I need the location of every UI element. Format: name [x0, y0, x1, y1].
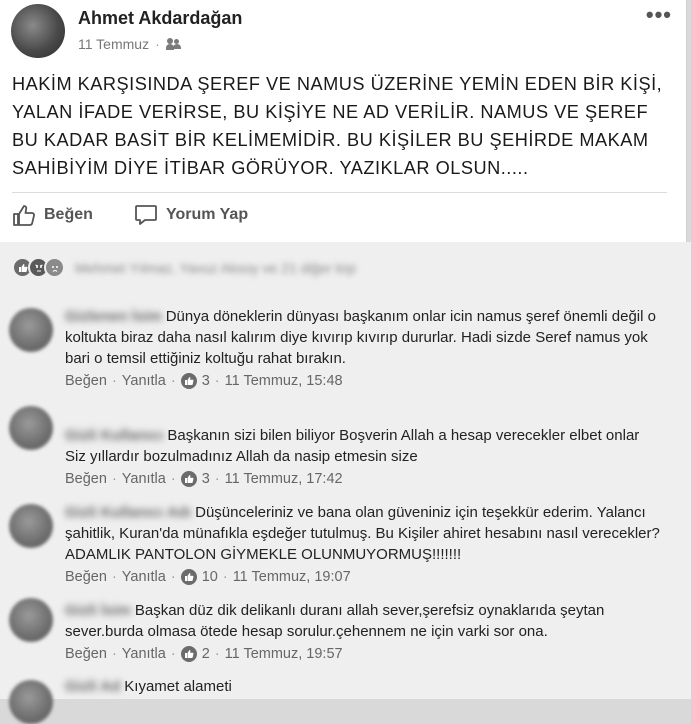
commenter-avatar[interactable]	[9, 598, 53, 642]
friends-audience-icon[interactable]	[165, 38, 182, 50]
comment-bubble-icon	[135, 205, 157, 225]
commenter-name[interactable]: Gizli Ad	[65, 676, 120, 697]
comment-body: Gizli İsim Başkan düz dik delikanlı duran…	[65, 600, 665, 642]
comment-like-count[interactable]: 10	[202, 569, 218, 585]
comment-body: Gizli Kullanıcı Adı Düşünceleriniz ve ban…	[65, 502, 665, 565]
comment-like-link[interactable]: Beğen	[65, 646, 107, 662]
comment-like-link[interactable]: Beğen	[65, 373, 107, 389]
reactions-summary[interactable]: Mehmet Yılmaz, Yavuz Aksoy ve 21 diğer k…	[12, 257, 356, 278]
like-count-icon	[180, 646, 197, 662]
comment-like-count[interactable]: 3	[202, 471, 210, 487]
comment-text: Kıyamet alameti	[124, 678, 232, 695]
author-avatar[interactable]	[11, 4, 65, 58]
post-date[interactable]: 11 Temmuz	[78, 36, 149, 52]
comment-like-count[interactable]: 3	[202, 373, 210, 389]
post-meta: 11 Temmuz ·	[78, 36, 182, 52]
commenter-avatar[interactable]	[9, 680, 53, 724]
comment-body: Gizli Ad Kıyamet alameti	[65, 676, 665, 697]
like-label: Beğen	[44, 206, 93, 223]
comment-like-count[interactable]: 2	[202, 646, 210, 662]
comment-text: Başkan düz dik delikanlı duranı allah se…	[65, 602, 605, 640]
comment-actions: Beğen · Yanıtla · 3 · 11 Temmuz, 17:42	[65, 471, 343, 487]
sad-icon	[44, 257, 65, 278]
thumbs-up-icon	[13, 205, 35, 226]
commenter-name[interactable]: Gizli Kullanıcı Adı	[65, 502, 191, 523]
comment-button[interactable]: Yorum Yap	[134, 204, 248, 226]
post-divider	[12, 192, 667, 193]
comment-reply-link[interactable]: Yanıtla	[122, 373, 166, 389]
like-count-icon	[180, 373, 197, 389]
post-text: HAKİM KARŞISINDA ŞEREF VE NAMUS ÜZERİNE …	[12, 74, 663, 178]
comment-reply-link[interactable]: Yanıtla	[122, 646, 166, 662]
commenter-avatar[interactable]	[9, 406, 53, 450]
comments-section: Mehmet Yılmaz, Yavuz Aksoy ve 21 diğer k…	[0, 242, 691, 724]
comment-like-link[interactable]: Beğen	[65, 471, 107, 487]
comment-reply-link[interactable]: Yanıtla	[122, 569, 166, 585]
comment-reply-link[interactable]: Yanıtla	[122, 471, 166, 487]
comment-label: Yorum Yap	[166, 206, 249, 223]
comment-timestamp[interactable]: 11 Temmuz, 19:57	[225, 646, 343, 662]
post-card: Ahmet Akdardağan 11 Temmuz · ••• HAKİM K…	[0, 0, 687, 242]
comment-like-link[interactable]: Beğen	[65, 569, 107, 585]
like-button[interactable]: Beğen	[12, 204, 93, 226]
like-count-icon	[180, 569, 197, 585]
commenter-name[interactable]: Gizlenen İsim	[65, 306, 162, 327]
comment-actions: Beğen · Yanıtla · 2 · 11 Temmuz, 19:57	[65, 646, 343, 662]
comment-body: Gizli Kullanıcı Başkanın sizi bilen biliy…	[65, 404, 650, 467]
commenter-avatar[interactable]	[9, 308, 53, 352]
comment-actions: Beğen · Yanıtla · 3 · 11 Temmuz, 15:48	[65, 373, 343, 389]
reactions-names[interactable]: Mehmet Yılmaz, Yavuz Aksoy ve 21 diğer k…	[75, 260, 356, 276]
more-options-icon[interactable]: •••	[646, 2, 672, 28]
comment-timestamp[interactable]: 11 Temmuz, 15:48	[225, 373, 343, 389]
post-author[interactable]: Ahmet Akdardağan	[78, 8, 242, 29]
meta-separator: ·	[155, 36, 160, 52]
comment-actions: Beğen · Yanıtla · 10 · 11 Temmuz, 19:07	[65, 569, 351, 585]
comment-body: Gizlenen İsim Dünya döneklerin dünyası ba…	[65, 306, 665, 369]
comment-timestamp[interactable]: 11 Temmuz, 19:07	[233, 569, 351, 585]
like-count-icon	[180, 471, 197, 487]
comment-timestamp[interactable]: 11 Temmuz, 17:42	[225, 471, 343, 487]
commenter-avatar[interactable]	[9, 504, 53, 548]
commenter-name[interactable]: Gizli İsim	[65, 600, 131, 621]
commenter-name[interactable]: Gizli Kullanıcı	[65, 425, 163, 446]
